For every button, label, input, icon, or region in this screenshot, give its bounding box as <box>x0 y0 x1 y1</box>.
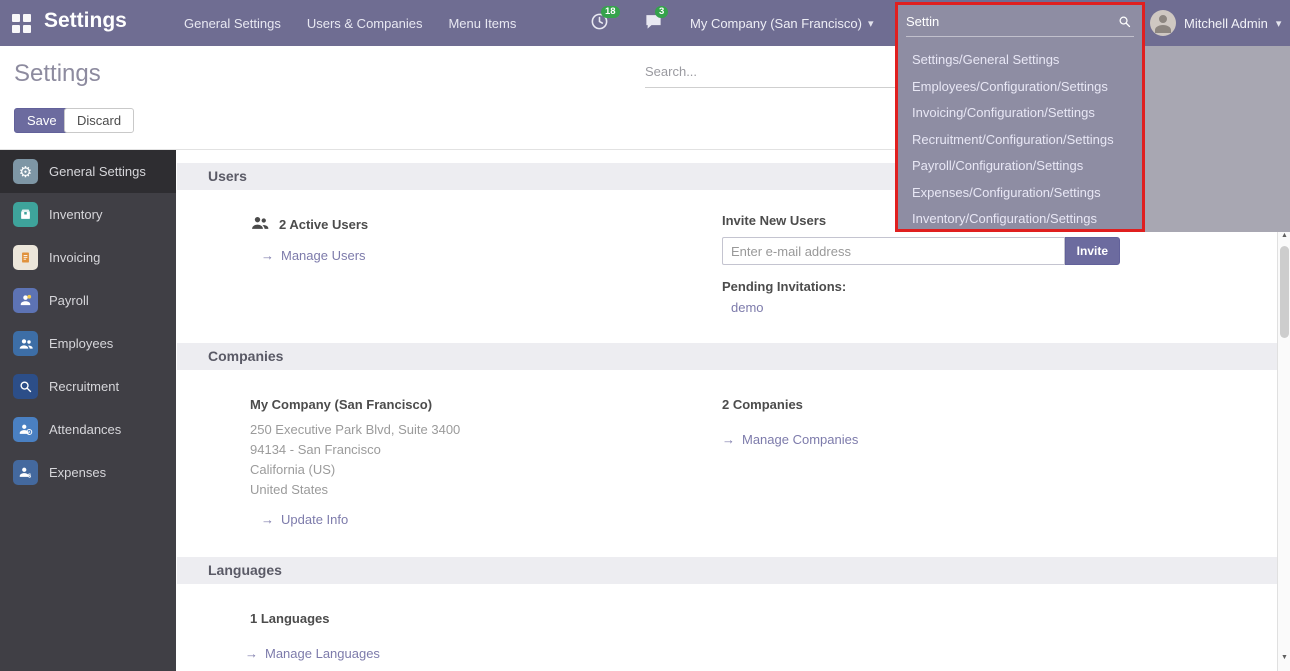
manage-companies-label: Manage Companies <box>742 432 858 447</box>
menu-item-users-companies[interactable]: Users & Companies <box>307 16 423 31</box>
manage-languages-link[interactable]: → Manage Languages <box>245 646 380 661</box>
sidebar-item-expenses[interactable]: $ Expenses <box>0 451 176 494</box>
sidebar-item-label: Recruitment <box>49 379 119 394</box>
pending-invitation-demo-link[interactable]: demo <box>731 300 764 315</box>
update-info-link[interactable]: → Update Info <box>261 512 348 527</box>
menu-search-dropdown: Settings/General Settings Employees/Conf… <box>895 2 1145 232</box>
arrow-right-icon: → <box>261 512 274 527</box>
sidebar-item-label: Expenses <box>49 465 106 480</box>
messages-menu[interactable]: 3 <box>644 12 663 36</box>
languages-count: 1 Languages <box>250 611 690 626</box>
company-switcher-label: My Company (San Francisco) <box>690 16 862 31</box>
recruitment-app-icon <box>13 374 38 399</box>
expenses-app-icon: $ <box>13 460 38 485</box>
menu-search-row <box>906 7 1134 37</box>
active-users-count: 2 Active Users <box>279 217 368 232</box>
companies-right-column: 2 Companies → Manage Companies <box>722 397 1142 447</box>
page-title: Settings <box>14 60 101 88</box>
invite-button[interactable]: Invite <box>1065 237 1120 265</box>
chat-bubble-icon <box>644 18 663 35</box>
scrollbar-thumb[interactable] <box>1280 246 1289 338</box>
invoicing-app-icon <box>13 245 38 270</box>
company-switcher[interactable]: My Company (San Francisco) ▾ <box>690 0 873 46</box>
messages-badge: 3 <box>655 6 668 18</box>
sidebar-item-recruitment[interactable]: Recruitment <box>0 365 176 408</box>
menu-search-input[interactable] <box>906 7 1106 35</box>
sidebar-item-label: Attendances <box>49 422 121 437</box>
chevron-down-icon: ▾ <box>868 17 874 30</box>
payroll-app-icon <box>13 288 38 313</box>
discard-button[interactable]: Discard <box>64 108 134 133</box>
invite-email-field[interactable] <box>722 237 1065 265</box>
manage-companies-link[interactable]: → Manage Companies <box>722 432 858 447</box>
section-heading-companies: Companies <box>177 343 1277 370</box>
section-heading-languages: Languages <box>177 557 1277 584</box>
app-title[interactable]: Settings <box>44 9 127 33</box>
arrow-right-icon: → <box>245 646 258 661</box>
sidebar-item-label: Inventory <box>49 207 102 222</box>
odoo-settings-screen: Settings General Settings Users & Compan… <box>0 0 1290 671</box>
arrow-right-icon: → <box>722 432 735 447</box>
company-address: 250 Executive Park Blvd, Suite 3400 9413… <box>250 420 690 500</box>
menu-item-menu-items[interactable]: Menu Items <box>448 16 516 31</box>
settings-app-icon: ⚙ <box>13 159 38 184</box>
sidebar-item-general-settings[interactable]: ⚙ General Settings <box>0 150 176 193</box>
search-input[interactable] <box>645 60 895 88</box>
sidebar-item-invoicing[interactable]: Invoicing <box>0 236 176 279</box>
search-result-item[interactable]: Payroll/Configuration/Settings <box>898 153 1142 180</box>
user-name: Mitchell Admin <box>1184 16 1268 31</box>
topbar-menu: General Settings Users & Companies Menu … <box>184 0 516 46</box>
sidebar-item-inventory[interactable]: Inventory <box>0 193 176 236</box>
sidebar-item-label: General Settings <box>49 164 146 179</box>
address-line: California (US) <box>250 460 690 480</box>
search-result-item[interactable]: Employees/Configuration/Settings <box>898 74 1142 101</box>
menu-search-results: Settings/General Settings Employees/Conf… <box>898 47 1142 233</box>
company-name: My Company (San Francisco) <box>250 397 690 412</box>
apps-grid-icon[interactable] <box>12 14 31 33</box>
companies-left-column: My Company (San Francisco) 250 Executive… <box>250 397 690 527</box>
save-button[interactable]: Save <box>14 108 70 133</box>
avatar <box>1150 10 1176 36</box>
settings-sidebar: ⚙ General Settings Inventory Invoicing P… <box>0 150 176 671</box>
users-group-icon <box>250 213 270 236</box>
scroll-down-icon[interactable]: ▼ <box>1278 654 1290 661</box>
search-result-item[interactable]: Invoicing/Configuration/Settings <box>898 100 1142 127</box>
user-menu[interactable]: Mitchell Admin ▾ <box>1150 0 1281 46</box>
update-info-label: Update Info <box>281 512 348 527</box>
search-result-item[interactable]: Settings/General Settings <box>898 47 1142 74</box>
dropdown-backdrop-panel <box>1145 46 1290 232</box>
sidebar-item-label: Employees <box>49 336 113 351</box>
svg-text:$: $ <box>28 474 32 480</box>
menu-item-general-settings[interactable]: General Settings <box>184 16 281 31</box>
address-line: 94134 - San Francisco <box>250 440 690 460</box>
activity-clock-icon <box>590 18 609 35</box>
search-result-item[interactable]: Recruitment/Configuration/Settings <box>898 127 1142 154</box>
address-line: 250 Executive Park Blvd, Suite 3400 <box>250 420 690 440</box>
inventory-app-icon <box>13 202 38 227</box>
chevron-down-icon: ▾ <box>1276 17 1282 30</box>
companies-count: 2 Companies <box>722 397 1142 412</box>
employees-app-icon <box>13 331 38 356</box>
search-result-item[interactable]: Inventory/Configuration/Settings <box>898 206 1142 233</box>
sidebar-item-label: Payroll <box>49 293 89 308</box>
users-left-column: 2 Active Users → Manage Users <box>250 213 690 263</box>
sidebar-item-attendances[interactable]: Attendances <box>0 408 176 451</box>
manage-users-label: Manage Users <box>281 248 366 263</box>
manage-languages-label: Manage Languages <box>265 646 380 661</box>
address-line: United States <box>250 480 690 500</box>
sidebar-item-payroll[interactable]: Payroll <box>0 279 176 322</box>
activity-menu[interactable]: 18 <box>590 12 609 36</box>
pending-invitations-label: Pending Invitations: <box>722 279 1142 294</box>
search-result-item[interactable]: Expenses/Configuration/Settings <box>898 180 1142 207</box>
sidebar-item-label: Invoicing <box>49 250 100 265</box>
attendances-app-icon <box>13 417 38 442</box>
activity-badge: 18 <box>601 6 620 18</box>
sidebar-item-employees[interactable]: Employees <box>0 322 176 365</box>
search-icon[interactable] <box>1117 14 1132 34</box>
arrow-right-icon: → <box>261 248 274 263</box>
scroll-up-icon[interactable]: ▲ <box>1278 232 1290 239</box>
languages-left-column: 1 Languages → Manage Languages <box>250 611 690 661</box>
manage-users-link[interactable]: → Manage Users <box>261 248 366 263</box>
